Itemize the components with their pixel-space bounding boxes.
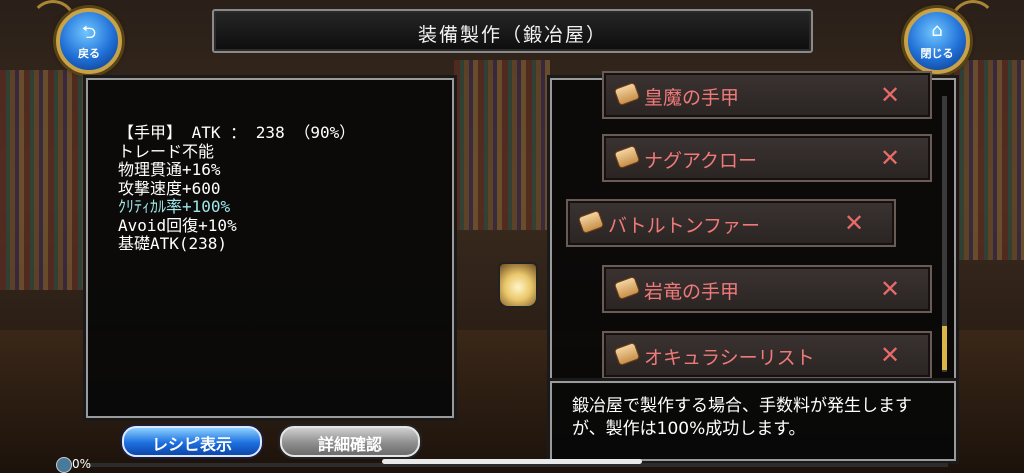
back-button-label: 戻る (78, 47, 100, 60)
remove-icon[interactable]: ✕ (880, 81, 900, 109)
scroll-icon (613, 81, 641, 107)
stat-line-critical: ｸﾘﾃｨｶﾙ率+100% (118, 197, 231, 216)
recipe-item[interactable]: 岩竜の手甲 ✕ (602, 265, 932, 313)
description-text: 鍛冶屋で製作する場合、手数料が発生しますが、製作は100%成功します。 (572, 396, 912, 439)
item-stats: 【手甲】 ATK ： 238 （90%） トレード不能 物理貫通+16% 攻撃速… (118, 123, 356, 254)
recipe-display-label: レシピ表示 (151, 435, 232, 454)
home-icon: ⌂ (931, 20, 943, 41)
recipe-name: バトルトンファー (608, 215, 761, 237)
detail-confirm-button[interactable]: 詳細確認 (280, 426, 420, 457)
close-button[interactable]: ⌂ 閉じる (904, 8, 970, 74)
stat-line-attack-speed: 攻撃速度+600 (118, 178, 221, 198)
recipe-display-button[interactable]: レシピ表示 (122, 426, 262, 457)
scroll-icon (613, 144, 641, 170)
item-info-panel: 【手甲】 ATK ： 238 （90%） トレード不能 物理貫通+16% 攻撃速… (86, 78, 454, 418)
remove-icon[interactable]: ✕ (880, 144, 900, 172)
scroll-icon (613, 341, 641, 367)
lantern (498, 262, 538, 308)
progress-icon (56, 457, 72, 473)
recipe-item[interactable]: 皇魔の手甲 ✕ (602, 71, 932, 119)
detail-confirm-label: 詳細確認 (317, 435, 382, 454)
scroll-icon (577, 209, 605, 235)
stat-line-base-atk: 基礎ATK(238) (118, 234, 228, 253)
stat-line-avoid: Avoid回復+10% (118, 215, 237, 235)
recipe-name: ナグアクロー (644, 150, 758, 172)
home-indicator[interactable] (382, 459, 642, 464)
bookshelf-left (0, 70, 86, 290)
recipe-item-selected[interactable]: バトルトンファー ✕ (566, 199, 896, 247)
title-bar: 装備製作（鍛冶屋） (212, 9, 813, 53)
recipe-name: 皇魔の手甲 (644, 87, 740, 109)
scroll-icon (613, 275, 641, 301)
remove-icon[interactable]: ✕ (844, 209, 864, 237)
bookshelf-center (454, 60, 550, 230)
recipe-name: 岩竜の手甲 (644, 281, 740, 303)
recipe-item[interactable]: ナグアクロー ✕ (602, 134, 932, 182)
recipe-name: オキュラシーリスト (644, 347, 815, 369)
stat-line-penetration: 物理貫通+16% (118, 160, 221, 179)
close-button-label: 閉じる (920, 47, 954, 60)
remove-icon[interactable]: ✕ (880, 275, 900, 303)
recipe-scroll-thumb[interactable] (942, 326, 947, 370)
stat-line-title: 【手甲】 ATK ： 238 （90%） (118, 123, 356, 142)
remove-icon[interactable]: ✕ (880, 341, 900, 369)
page-title: 装備製作（鍛冶屋） (417, 24, 607, 46)
progress-label: 0% (72, 457, 92, 471)
stat-line-trade: トレード不能 (118, 141, 215, 161)
recipe-item[interactable]: オキュラシーリスト ✕ (602, 331, 932, 379)
description-box: 鍛冶屋で製作する場合、手数料が発生しますが、製作は100%成功します。 (550, 381, 956, 461)
bookshelf-right (954, 60, 1024, 260)
back-button[interactable]: ⮌ 戻る (56, 8, 122, 74)
